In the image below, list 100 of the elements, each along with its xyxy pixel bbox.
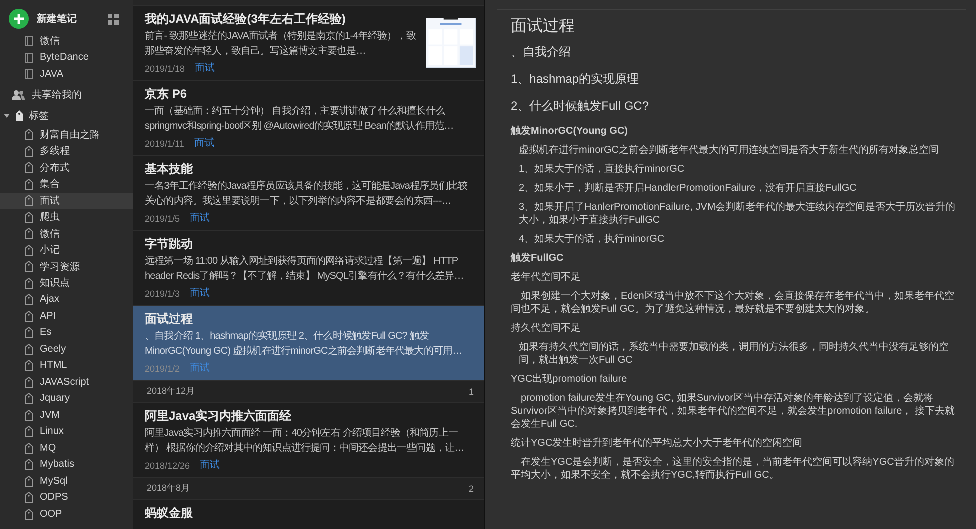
tag-item[interactable]: 多线程	[0, 143, 133, 160]
grid-icon[interactable]	[108, 14, 119, 24]
note-snippet: 、自我介绍 1、hashmap的实现原理 2、什么时候触发Full GC? 触发MinorGC(Young GC) 虚拟机在进行minorGC之前会判断老年代最大的可用…	[145, 330, 464, 358]
paragraph: 4、如果大于的话，执行minorGC	[518, 233, 666, 246]
note-title: 蚂蚁金服	[145, 506, 194, 521]
note-card[interactable]: 我的JAVA面试经验(3年左右工作经验) 前言- 致那些迷茫的JAVA面试者（特别是南京的1-4年经验），致那些奋发的年轻人，致自己。写这篇博文主要也是… 2019/1/18 面试	[133, 6, 484, 81]
note-tag[interactable]: 面试	[190, 213, 210, 225]
tag-icon	[25, 508, 33, 520]
note-tag[interactable]: 面试	[195, 63, 216, 75]
tag-icon	[25, 294, 33, 306]
shared-item[interactable]: 共享给我的	[0, 84, 133, 106]
notebook-icon	[25, 52, 33, 63]
paragraph: 持久代空间不足	[511, 322, 582, 335]
paragraph: promotion failure发生在Young GC, 如果Survivor区当中存活对象的年龄达到了设定值，会就将Survivor区当中的对象拷贝到老年代，如果老年代的空间不足，就会发生promotion failure， 接下去就会发生Full GC.	[511, 392, 956, 431]
tag-item[interactable]: Linux	[0, 424, 133, 440]
tag-icon	[25, 442, 33, 454]
notebook-item[interactable]: ByteDance	[0, 50, 133, 66]
tag-icon	[25, 146, 33, 157]
note-date: 2019/1/5	[145, 213, 180, 225]
note-card[interactable]: 基本技能 一名3年工作经验的Java程序员应该具备的技能，这可能是Java程序员们比较关心的内容。我这里要说明一下，以下列举的内容不是都要会的东西---… 2019/1/5 面试	[133, 156, 484, 231]
note-date: 2019/1/2	[145, 363, 180, 375]
tag-icon	[25, 244, 33, 256]
tag-icon	[25, 278, 33, 289]
note-count: 2	[468, 484, 474, 494]
note-tag[interactable]: 面试	[200, 460, 220, 472]
tag-icon	[25, 195, 33, 206]
tag-icon	[25, 426, 33, 438]
plus-icon	[9, 9, 29, 29]
paragraph: 虚拟机在进行minorGC之前会判断老年代最大的可用连续空间是否大于新生代的所有对象总空间	[518, 144, 940, 157]
section-heading: 、自我介绍	[511, 44, 572, 60]
tag-item[interactable]: 学习资源	[0, 258, 133, 275]
note-card[interactable]: 京东 P6 一面（基础面：约五十分钟） 自我介绍，主要讲讲做了什么和擅长什么 springmvc和spring-boot区别 @Autowired的实现原理 Bean的默认作用范… 2019/1/11 面试	[133, 81, 484, 156]
tag-icon	[25, 310, 33, 322]
tag-item[interactable]: JAVAScript	[0, 374, 133, 390]
tags-header[interactable]: 标签	[0, 106, 133, 126]
notebook-icon	[25, 69, 33, 80]
notebook-item[interactable]: 微信	[0, 33, 133, 50]
tag-item[interactable]: JVM	[0, 407, 133, 424]
tag-item[interactable]: Mybatis	[0, 456, 133, 473]
new-note-button[interactable]: 新建笔记	[9, 9, 77, 29]
people-icon	[12, 90, 25, 100]
notebook-icon	[25, 36, 33, 46]
tag-item[interactable]: 微信	[0, 226, 133, 242]
section-heading: 2、什么时候触发Full GC?	[511, 98, 650, 114]
tag-item[interactable]: MySql	[0, 473, 133, 490]
tag-item[interactable]: HTML	[0, 358, 133, 374]
tag-icon	[25, 393, 33, 404]
notebook-item[interactable]: JAVA	[0, 66, 133, 82]
tag-icon	[15, 110, 24, 122]
paragraph: 如果有持久代空间的话，系统当中需要加载的类，调用的方法很多，同时持久代当中没有足够的空间，就出触发一次Full GC	[518, 341, 950, 367]
tag-icon	[25, 492, 33, 504]
tag-icon	[25, 410, 33, 421]
note-title: 基本技能	[145, 162, 194, 177]
tag-item[interactable]: 面试	[0, 192, 133, 209]
note-title: 我的JAVA面试经验(3年左右工作经验)	[145, 12, 347, 27]
paragraph: 如果创建一个大对象，Eden区域当中放不下这个大对象，会直接保存在老年代当中，如果老年代空间也不足，就会触发Full GC。为了避免这种情况，最好就是不要创建太大的对象。	[511, 290, 956, 316]
note-date: 2018/12/26	[145, 460, 190, 472]
tag-icon	[25, 459, 33, 470]
note-card[interactable]: 蚂蚁金服	[133, 500, 484, 529]
paragraph: 3、如果开启了HanlerPromotionFailure, JVM会判断老年代的最大连续内存空间是否大于历次晋升的大小，如果小于直接执行FullGC	[518, 201, 957, 227]
tag-item[interactable]: Ajax	[0, 292, 133, 308]
month-label: 2018年12月	[147, 385, 196, 398]
tag-item[interactable]: 财富自由之路	[0, 126, 133, 143]
tag-item[interactable]: ODPS	[0, 490, 133, 506]
tag-item[interactable]: 分布式	[0, 160, 133, 176]
tag-item[interactable]: OOP	[0, 506, 133, 522]
tag-item[interactable]: Jquary	[0, 390, 133, 407]
note-snippet: 远程第一场 11:00 从输入网址到获得页面的网络请求过程【第一遍】 HTTP header Redis了解吗？【不了解，结束】 MySQL引擎有什么？有什么差异…	[145, 255, 465, 284]
tag-item[interactable]: 知识点	[0, 275, 133, 292]
tag-icon	[25, 228, 33, 240]
tag-icon	[25, 327, 33, 338]
note-title: 字节跳动	[145, 237, 194, 252]
tag-item[interactable]: MQ	[0, 440, 133, 456]
note-card[interactable]: 面试过程 、自我介绍 1、hashmap的实现原理 2、什么时候触发Full GC? 触发MinorGC(Young GC) 虚拟机在进行minorGC之前会判断老年代最大的可用… 2019/1/2 面试	[133, 306, 484, 381]
section-heading: 1、hashmap的实现原理	[511, 71, 640, 87]
tag-item[interactable]: Geely	[0, 341, 133, 358]
note-title: 京东 P6	[145, 87, 188, 102]
note-tag[interactable]: 面试	[194, 138, 214, 150]
tag-icon	[25, 344, 33, 355]
note-snippet: 一面（基础面：约五十分钟） 自我介绍，主要讲讲做了什么和擅长什么 springmvc和spring-boot区别 @Autowired的实现原理 Bean的默认作用范…	[145, 105, 455, 134]
tag-item[interactable]: API	[0, 308, 133, 324]
note-title: 面试过程	[145, 312, 194, 327]
tag-item[interactable]: 集合	[0, 176, 133, 192]
note-date: 2019/1/3	[145, 288, 180, 300]
note-date: 2019/1/11	[145, 138, 184, 150]
tag-icon	[25, 212, 33, 223]
note-snippet: 阿里Java实习内推六面面经 一面：40分钟左右 介绍项目经验（和简历上一样） 根据你的介绍对其中的知识点进行提问：中间还会提出一些问题，让…	[145, 427, 466, 456]
note-title: 阿里Java实习内推六面面经	[145, 409, 293, 424]
tag-item[interactable]: Es	[0, 324, 133, 341]
tag-item[interactable]: 小记	[0, 242, 133, 258]
tag-item[interactable]: 爬虫	[0, 209, 133, 226]
note-heading: 面试过程	[511, 16, 576, 37]
subheading: 触发MinorGC(Young GC)	[511, 125, 630, 138]
tag-icon	[25, 261, 33, 272]
paragraph: YGC出现promotion failure	[511, 373, 628, 386]
tag-icon	[25, 129, 33, 140]
paragraph: 统计YGC发生时晋升到老年代的平均总大小大于老年代的空闲空间	[511, 437, 804, 450]
note-tag[interactable]: 面试	[190, 288, 210, 300]
subheading: 触发FullGC	[511, 252, 565, 265]
tag-icon	[25, 376, 33, 388]
